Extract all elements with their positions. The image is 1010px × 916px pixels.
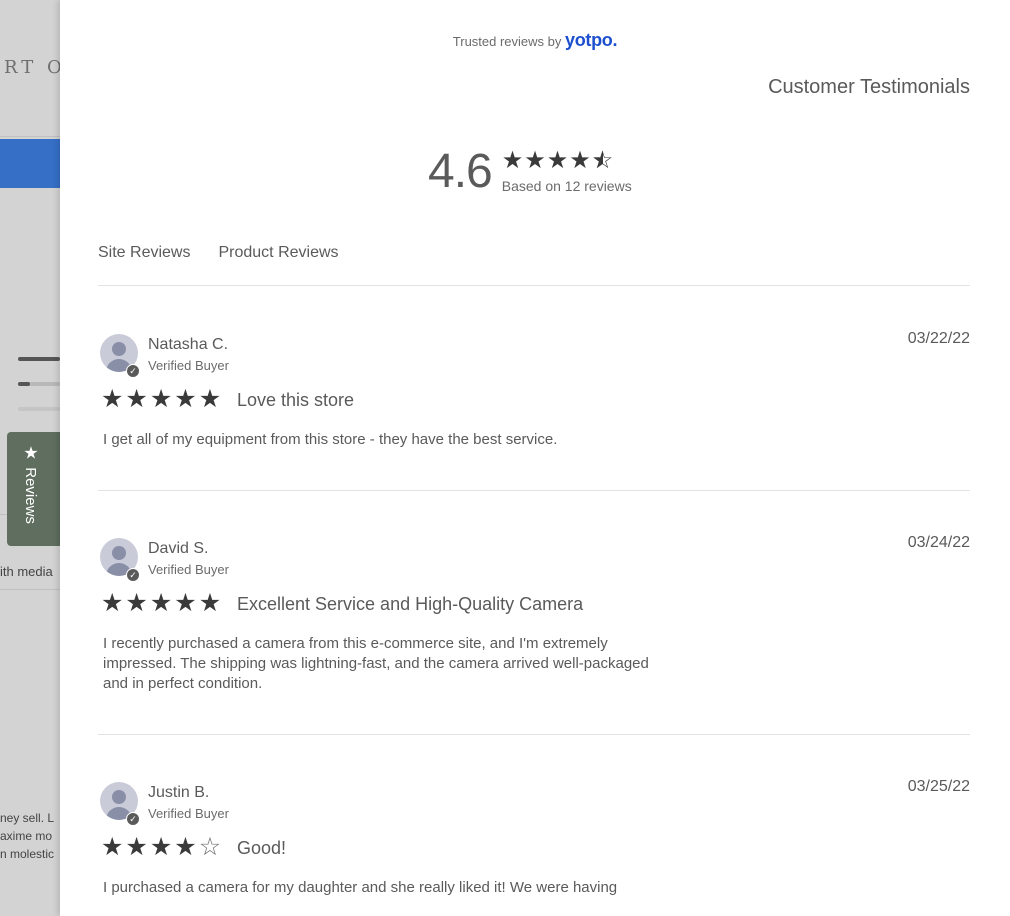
star-icon: ★ bbox=[101, 833, 124, 861]
star-icon: ★ bbox=[23, 443, 39, 463]
review-body: I recently purchased a camera from this … bbox=[103, 635, 649, 692]
star-icon: ★ bbox=[546, 147, 569, 174]
review-body: I purchased a camera for my daughter and… bbox=[103, 879, 618, 896]
rating-summary: 4.6 ★ ★ ★ ★ ☆★ Based on 12 reviews bbox=[428, 146, 632, 198]
star-icon: ★ bbox=[125, 833, 148, 861]
star-icon: ★ bbox=[524, 147, 546, 174]
star-icon: ★ bbox=[125, 589, 148, 617]
review-tabs: Site Reviews Product Reviews bbox=[98, 244, 339, 262]
star-icon: ★ bbox=[125, 385, 148, 413]
star-icon: ★ bbox=[174, 589, 197, 617]
verified-check-icon: ✓ bbox=[126, 364, 140, 378]
review-title: Love this store bbox=[237, 390, 355, 410]
review-body: I get all of my equipment from this stor… bbox=[103, 431, 558, 448]
star-icon: ★ bbox=[569, 147, 591, 174]
yotpo-logo[interactable]: yotpo. bbox=[565, 30, 618, 50]
trusted-text: Trusted reviews by bbox=[452, 34, 562, 49]
review-date: 03/25/22 bbox=[907, 778, 970, 795]
page-title: Customer Testimonials bbox=[768, 76, 970, 98]
star-icon: ★ bbox=[149, 833, 173, 861]
star-icon: ★ bbox=[149, 589, 173, 617]
star-icon: ★ bbox=[101, 385, 124, 413]
average-rating: 4.6 bbox=[428, 145, 493, 198]
review-divider bbox=[98, 734, 970, 735]
reviewer-name: David S. bbox=[148, 540, 209, 557]
star-icon: ★ bbox=[149, 385, 173, 413]
background-media-text: ith media bbox=[0, 564, 53, 579]
reviews-side-tab[interactable]: ★ Reviews bbox=[7, 432, 60, 546]
trusted-by-banner: Trusted reviews by yotpo. bbox=[60, 30, 1010, 51]
verified-buyer-label: Verified Buyer bbox=[148, 562, 229, 577]
empty-star-icon: ☆ bbox=[198, 833, 222, 861]
review-stars: ★ ★ ★ ★ ★ bbox=[101, 386, 221, 412]
review-title: Good! bbox=[237, 838, 287, 858]
star-icon: ★ bbox=[501, 147, 524, 174]
background-nav-bar bbox=[0, 139, 60, 188]
reviews-tab-label: Reviews bbox=[22, 467, 40, 524]
verified-buyer-label: Verified Buyer bbox=[148, 358, 229, 373]
reviewer-name: Natasha C. bbox=[148, 336, 229, 353]
half-star-icon: ☆★ bbox=[591, 147, 614, 174]
review-title: Excellent Service and High-Quality Camer… bbox=[237, 594, 584, 614]
review-count: Based on 12 reviews bbox=[501, 178, 632, 194]
verified-check-icon: ✓ bbox=[126, 812, 140, 826]
review-stars: ★ ★ ★ ★ ☆ bbox=[101, 834, 221, 860]
background-slider bbox=[18, 382, 60, 386]
star-icon: ★ bbox=[174, 833, 197, 861]
tab-site-reviews[interactable]: Site Reviews bbox=[98, 244, 190, 262]
review-divider bbox=[98, 490, 970, 491]
background-header: RT OF bbox=[0, 0, 78, 137]
background-text-line: axime mo bbox=[0, 829, 53, 843]
background-placeholder-line bbox=[18, 407, 60, 411]
star-icon: ★ bbox=[198, 385, 222, 413]
reviewer-name: Justin B. bbox=[148, 784, 210, 801]
tab-product-reviews[interactable]: Product Reviews bbox=[218, 244, 338, 262]
star-icon: ★ bbox=[198, 589, 222, 617]
verified-check-icon: ✓ bbox=[126, 568, 140, 582]
background-slider-knob bbox=[18, 382, 30, 386]
background-text-line: n molestic bbox=[0, 847, 55, 861]
background-slider-track bbox=[18, 357, 60, 361]
background-divider bbox=[0, 589, 60, 590]
reviews-panel: Trusted reviews by yotpo. Customer Testi… bbox=[60, 0, 1010, 916]
summary-stars: ★ ★ ★ ★ ☆★ bbox=[502, 148, 632, 174]
review-date: 03/22/22 bbox=[907, 330, 970, 347]
review-stars: ★ ★ ★ ★ ★ bbox=[101, 590, 221, 616]
verified-buyer-label: Verified Buyer bbox=[148, 806, 229, 821]
tabs-divider bbox=[98, 285, 970, 286]
background-text-line: ney sell. L bbox=[0, 811, 55, 825]
review-date: 03/24/22 bbox=[907, 534, 970, 551]
star-icon: ★ bbox=[174, 385, 197, 413]
star-icon: ★ bbox=[101, 589, 124, 617]
